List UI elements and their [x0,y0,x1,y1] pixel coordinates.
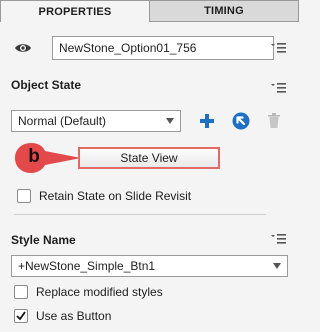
tab-bar: PROPERTIES TIMING [0,0,299,22]
tab-timing[interactable]: TIMING [150,0,299,22]
object-state-menu-icon[interactable] [270,82,286,94]
retain-state-checkbox[interactable] [17,189,31,203]
item-name-menu-icon[interactable] [270,42,286,54]
callout-label: b [28,146,40,167]
state-view-button[interactable]: State View [78,147,220,169]
style-select[interactable]: +NewStone_Simple_Btn1 [11,255,288,277]
trash-icon[interactable] [268,113,280,128]
replace-modified-checkbox[interactable] [14,285,28,299]
style-select-value: +NewStone_Simple_Btn1 [18,259,156,273]
replace-modified-label: Replace modified styles [36,285,163,299]
state-select-value: Normal (Default) [18,114,107,128]
add-state-icon[interactable] [199,113,215,129]
retain-state-option[interactable]: Retain State on Slide Revisit [17,189,191,203]
eye-icon[interactable] [14,42,32,54]
tab-properties[interactable]: PROPERTIES [0,0,150,22]
replace-modified-option[interactable]: Replace modified styles [14,285,163,299]
chevron-down-icon [273,263,281,269]
chevron-down-icon [166,118,174,124]
state-view-button-label: State View [120,151,178,165]
use-as-button-checkbox[interactable] [14,309,28,323]
object-state-title: Object State [11,78,82,92]
item-name-input[interactable]: NewStone_Option01_756 [52,36,274,60]
use-as-button-label: Use as Button [36,309,112,323]
use-as-button-option[interactable]: Use as Button [14,309,111,323]
divider [14,214,266,215]
state-select[interactable]: Normal (Default) [11,110,181,132]
style-name-title: Style Name [11,233,76,247]
retain-state-label: Retain State on Slide Revisit [39,189,192,203]
go-to-state-icon[interactable] [232,112,250,130]
style-menu-icon[interactable] [270,233,286,245]
checkmark-icon [16,311,26,321]
